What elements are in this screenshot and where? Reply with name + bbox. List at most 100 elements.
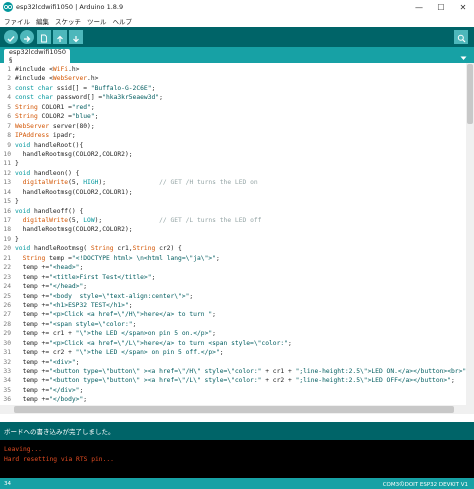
code-text: String temp ="<!DOCTYPE html> \n<html la… bbox=[15, 254, 220, 263]
open-button[interactable] bbox=[53, 30, 67, 44]
tab-sketch[interactable]: esp32lcdwifi1050 § bbox=[4, 48, 70, 64]
code-line[interactable]: 20 void handleRootmsg( String cr1,String … bbox=[0, 244, 465, 253]
horizontal-scroll-thumb[interactable] bbox=[14, 406, 454, 413]
code-line[interactable]: 11} bbox=[0, 159, 465, 168]
code-text: temp += cr1 + "\">the LED </span>on pin … bbox=[15, 329, 216, 338]
code-token: temp += bbox=[15, 396, 50, 404]
code-token: temp += bbox=[15, 301, 50, 309]
new-button[interactable] bbox=[37, 30, 51, 44]
menu-help[interactable]: ヘルプ bbox=[113, 16, 133, 26]
code-line[interactable]: 15} bbox=[0, 197, 465, 206]
toolbar bbox=[0, 27, 474, 47]
code-token: ; bbox=[83, 283, 88, 291]
menu-sketch[interactable]: スケッチ bbox=[55, 16, 81, 26]
code-line[interactable]: 24 temp +="</head>"; bbox=[0, 282, 465, 291]
window-title: esp32lcdwifi1050 | Arduino 1.8.9 bbox=[16, 3, 124, 11]
code-line[interactable]: 13 digitalWrite(5, HIGH); // GET /H turn… bbox=[0, 178, 465, 187]
code-line[interactable]: 2 #include <WebServer.h> bbox=[0, 74, 465, 83]
line-number: 5 bbox=[7, 103, 11, 111]
code-line[interactable]: 31 temp += cr2 + "\">the LED </span> on … bbox=[0, 348, 465, 357]
line-number: 18 bbox=[3, 226, 11, 234]
code-text: WebServer server(80); bbox=[15, 122, 95, 131]
code-text: } bbox=[15, 159, 19, 168]
code-token: "red" bbox=[71, 103, 91, 111]
cursor-line-number: 34 bbox=[4, 480, 11, 487]
code-line[interactable]: 8 IPAddress ipadr; bbox=[0, 131, 465, 140]
code-line[interactable]: 6 String COLOR2 ="blue"; bbox=[0, 112, 465, 121]
code-line[interactable]: 4 const char password[] ="hka3kr5eaew3d"; bbox=[0, 93, 465, 102]
verify-button[interactable] bbox=[4, 30, 18, 44]
code-line[interactable]: 26 temp +="<h1>ESP32 TEST</h1>"; bbox=[0, 301, 465, 310]
code-token: void bbox=[15, 169, 31, 177]
code-token: temp = bbox=[45, 254, 72, 262]
code-line[interactable]: 27 temp +="<p>Click <a href=\"/H\">here<… bbox=[0, 310, 465, 319]
maximize-button[interactable]: ☐ bbox=[430, 0, 452, 14]
code-token: temp += bbox=[15, 292, 50, 300]
code-line[interactable]: 23 temp +="<title>First Test</title>"; bbox=[0, 273, 465, 282]
code-editor[interactable]: 1 #include <WiFi.h> 2 #include <WebServer.h… bbox=[0, 63, 474, 414]
code-line[interactable]: 30 temp +="<p>Click <a href=\"/L\">here<… bbox=[0, 339, 465, 348]
code-line[interactable]: 29 temp += cr1 + "\">the LED </span>on p… bbox=[0, 329, 465, 338]
footer-bar: 34 COM3のDOIT ESP32 DEVKIT V1 bbox=[0, 478, 474, 489]
line-number: 14 bbox=[3, 188, 11, 196]
minimize-button[interactable]: — bbox=[408, 0, 430, 14]
code-token: const char bbox=[15, 84, 53, 92]
save-button[interactable] bbox=[69, 30, 83, 44]
line-number: 11 bbox=[3, 160, 11, 168]
code-text: void handleRoot(){ bbox=[15, 141, 83, 150]
code-text: temp +="</body>"; bbox=[15, 395, 87, 404]
code-line[interactable]: 14 handleRootmsg(COLOR2,COLOR1); bbox=[0, 188, 465, 197]
code-line[interactable]: 35 temp +="</div>"; bbox=[0, 386, 465, 395]
code-line[interactable]: 34 temp +="<button type=\"button\" ><a h… bbox=[0, 376, 465, 385]
code-line[interactable]: 32 temp +="<div>"; bbox=[0, 358, 465, 367]
code-line[interactable]: 25 temp +="<body style=\"text-align:cent… bbox=[0, 292, 465, 301]
code-line[interactable]: 22 temp +="<head>"; bbox=[0, 263, 465, 272]
menu-file[interactable]: ファイル bbox=[4, 16, 30, 26]
code-line[interactable]: 9 void handleRoot(){ bbox=[0, 141, 465, 150]
code-token: "</head>" bbox=[49, 283, 84, 291]
code-line[interactable]: 7 WebServer server(80); bbox=[0, 122, 465, 131]
code-token: .h> bbox=[68, 66, 80, 73]
code-line[interactable]: 16 void handleoff() { bbox=[0, 207, 465, 216]
code-line[interactable]: 1 #include <WiFi.h> bbox=[0, 65, 465, 74]
serial-monitor-button[interactable] bbox=[454, 30, 468, 44]
code-token: ; bbox=[212, 311, 216, 319]
code-line[interactable]: 5 String COLOR1 ="red"; bbox=[0, 103, 465, 112]
upload-button[interactable] bbox=[20, 30, 34, 44]
line-number: 8 bbox=[7, 132, 11, 140]
code-token: void bbox=[15, 141, 31, 149]
code-token: "<title>First Test</title>" bbox=[49, 273, 152, 281]
open-icon bbox=[56, 28, 64, 47]
code-line[interactable]: 21 String temp ="<!DOCTYPE html> \n<html… bbox=[0, 254, 465, 263]
code-line[interactable]: 3 const char ssid[] = "Buffalo-G-2C6E"; bbox=[0, 84, 465, 93]
line-number: 32 bbox=[3, 358, 11, 366]
code-line[interactable]: 17 digitalWrite(5, LOW); // GET /L turns… bbox=[0, 216, 465, 225]
status-message: ボードへの書き込みが完了しました。 bbox=[4, 428, 115, 436]
line-number: 22 bbox=[3, 264, 11, 272]
close-button[interactable]: ✕ bbox=[452, 0, 474, 14]
code-text: handleRootmsg(COLOR2,COLOR1); bbox=[15, 188, 133, 197]
code-line[interactable]: 36 temp +="</body>"; bbox=[0, 395, 465, 404]
tab-menu-button[interactable] bbox=[458, 50, 468, 60]
code-token: "<body style=\"text-align:center\">" bbox=[49, 292, 190, 300]
code-line[interactable]: 10 handleRootmsg(COLOR2,COLOR2); bbox=[0, 150, 465, 159]
code-line[interactable]: 19} bbox=[0, 235, 465, 244]
code-token: const char bbox=[15, 94, 53, 102]
serial-monitor-icon bbox=[457, 28, 466, 47]
code-token: String bbox=[22, 254, 46, 262]
code-token: temp += bbox=[15, 339, 50, 347]
code-line[interactable]: 18 handleRootmsg(COLOR2,COLOR2); bbox=[0, 225, 465, 234]
code-line[interactable]: 33 temp +="<button type=\"button\" ><a h… bbox=[0, 367, 466, 376]
code-line[interactable]: 28 temp +="<span style=\"color:"; bbox=[0, 320, 465, 329]
vertical-scroll-thumb[interactable] bbox=[467, 64, 473, 124]
code-text: temp +="<p>Click <a href=\"/L\">here</a>… bbox=[15, 339, 292, 348]
line-number: 36 bbox=[3, 396, 11, 404]
code-token: temp += bbox=[15, 283, 50, 291]
line-number: 21 bbox=[3, 254, 11, 262]
code-line[interactable]: 12 void handleon() { bbox=[0, 169, 465, 178]
code-token: ; bbox=[159, 94, 163, 102]
menu-edit[interactable]: 編集 bbox=[36, 16, 49, 26]
menu-tools[interactable]: ツール bbox=[87, 16, 107, 26]
code-token: ; bbox=[83, 396, 88, 404]
code-text: } bbox=[15, 235, 19, 244]
